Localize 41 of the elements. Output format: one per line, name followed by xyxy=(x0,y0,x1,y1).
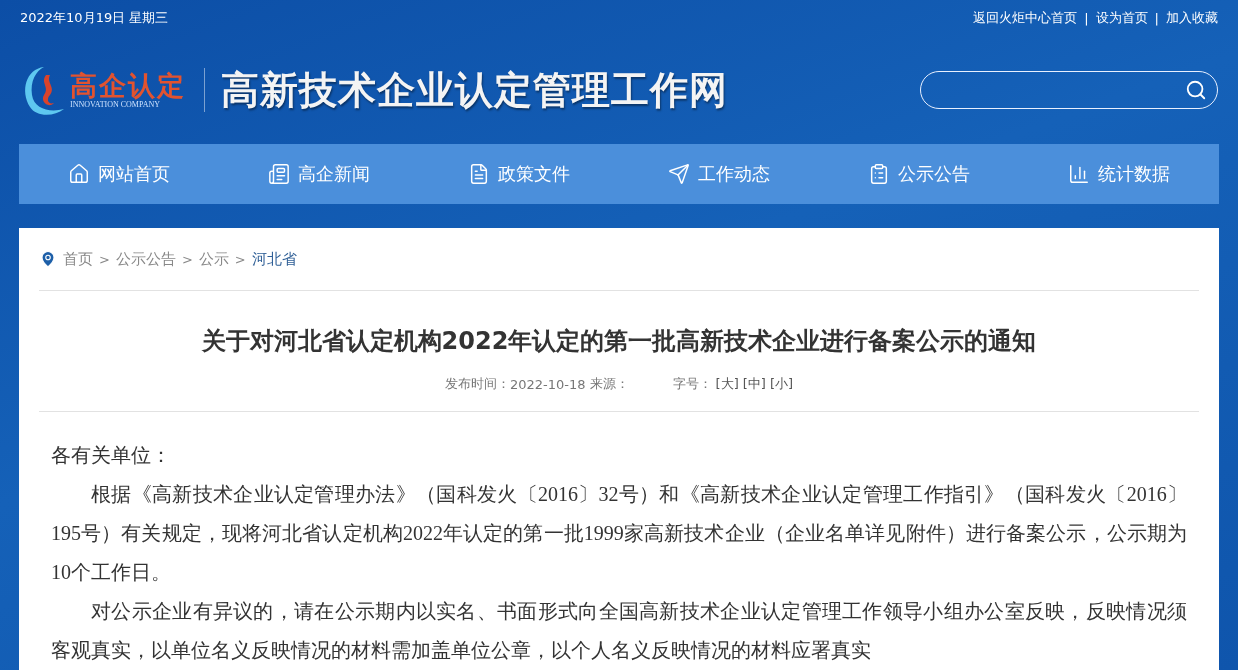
breadcrumb-separator: > xyxy=(181,251,193,267)
font-size-link[interactable]: [大] xyxy=(715,375,739,393)
font-size-label: 字号： xyxy=(672,375,712,393)
search-icon[interactable] xyxy=(1185,79,1207,101)
logo-subtext: INNOVATION COMPANY xyxy=(70,100,160,110)
clipboard-icon xyxy=(868,163,890,185)
article-paragraph: 根据《高新技术企业认定管理办法》（国科发火〔2016〕32号）和《高新技术企业认定管理工作指引》（国科发火〔2016〕195号）有关规定，现将河北省认定机构2022年认定的第一批1999家高新技术企业（企业名单详见附件）进行备案公示，公示期为10个工作日。 xyxy=(51,482,1187,585)
breadcrumb-link[interactable]: 首页 xyxy=(63,249,93,269)
paper-plane-icon xyxy=(668,163,690,185)
top-link[interactable]: 返回火炬中心首页 xyxy=(973,9,1078,27)
nav-item[interactable]: 统计数据 xyxy=(1019,162,1219,186)
bar-chart-icon xyxy=(1068,163,1090,185)
font-size-link[interactable]: [中] xyxy=(742,375,766,393)
font-size-link[interactable]: [小] xyxy=(769,375,794,393)
logo-text: 高企认定 xyxy=(70,70,186,101)
nav-item[interactable]: 网站首页 xyxy=(19,162,219,186)
nav-item[interactable]: 公示公告 xyxy=(819,162,1019,186)
nav-item[interactable]: 政策文件 xyxy=(419,162,619,186)
document-icon xyxy=(268,163,290,185)
top-link[interactable]: 加入收藏 xyxy=(1166,9,1218,27)
publish-date: 2022-10-18 xyxy=(509,376,586,392)
date-text: 2022年10月19日 星期三 xyxy=(20,9,169,27)
nav-item[interactable]: 高企新闻 xyxy=(219,162,419,186)
breadcrumb-link[interactable]: 公示公告 xyxy=(115,249,176,269)
site-title: 高新技术企业认定管理工作网 xyxy=(221,65,728,114)
breadcrumb-link[interactable]: 河北省 xyxy=(251,249,297,269)
article-title: 关于对河北省认定机构2022年认定的第一批高新技术企业进行备案公示的通知 xyxy=(200,326,1038,357)
file-icon xyxy=(468,163,490,185)
location-pin-icon xyxy=(39,250,57,268)
separator-text: | xyxy=(1084,10,1089,26)
home-icon xyxy=(68,163,90,185)
publish-label: 发布时间： xyxy=(444,375,510,393)
article-paragraph: 对公示企业有异议的，请在公示期内以实名、书面形式向全国高新技术企业认定管理工作领导小组办公室反映，反映情况须客观真实，以单位名义反映情况的材料需加盖单位公章，以个人名义反映情况的材料应署真实 xyxy=(51,599,1187,663)
top-link[interactable]: 设为首页 xyxy=(1095,9,1148,27)
breadcrumb-separator: > xyxy=(99,251,110,267)
nav-item[interactable]: 工作动态 xyxy=(619,162,819,186)
breadcrumb-link[interactable]: 公示 xyxy=(198,249,229,269)
source-label: 来源： xyxy=(589,375,629,393)
separator-text: | xyxy=(1154,10,1159,26)
article-paragraph: 各有关单位： xyxy=(51,443,172,468)
breadcrumb-separator: > xyxy=(234,251,246,267)
